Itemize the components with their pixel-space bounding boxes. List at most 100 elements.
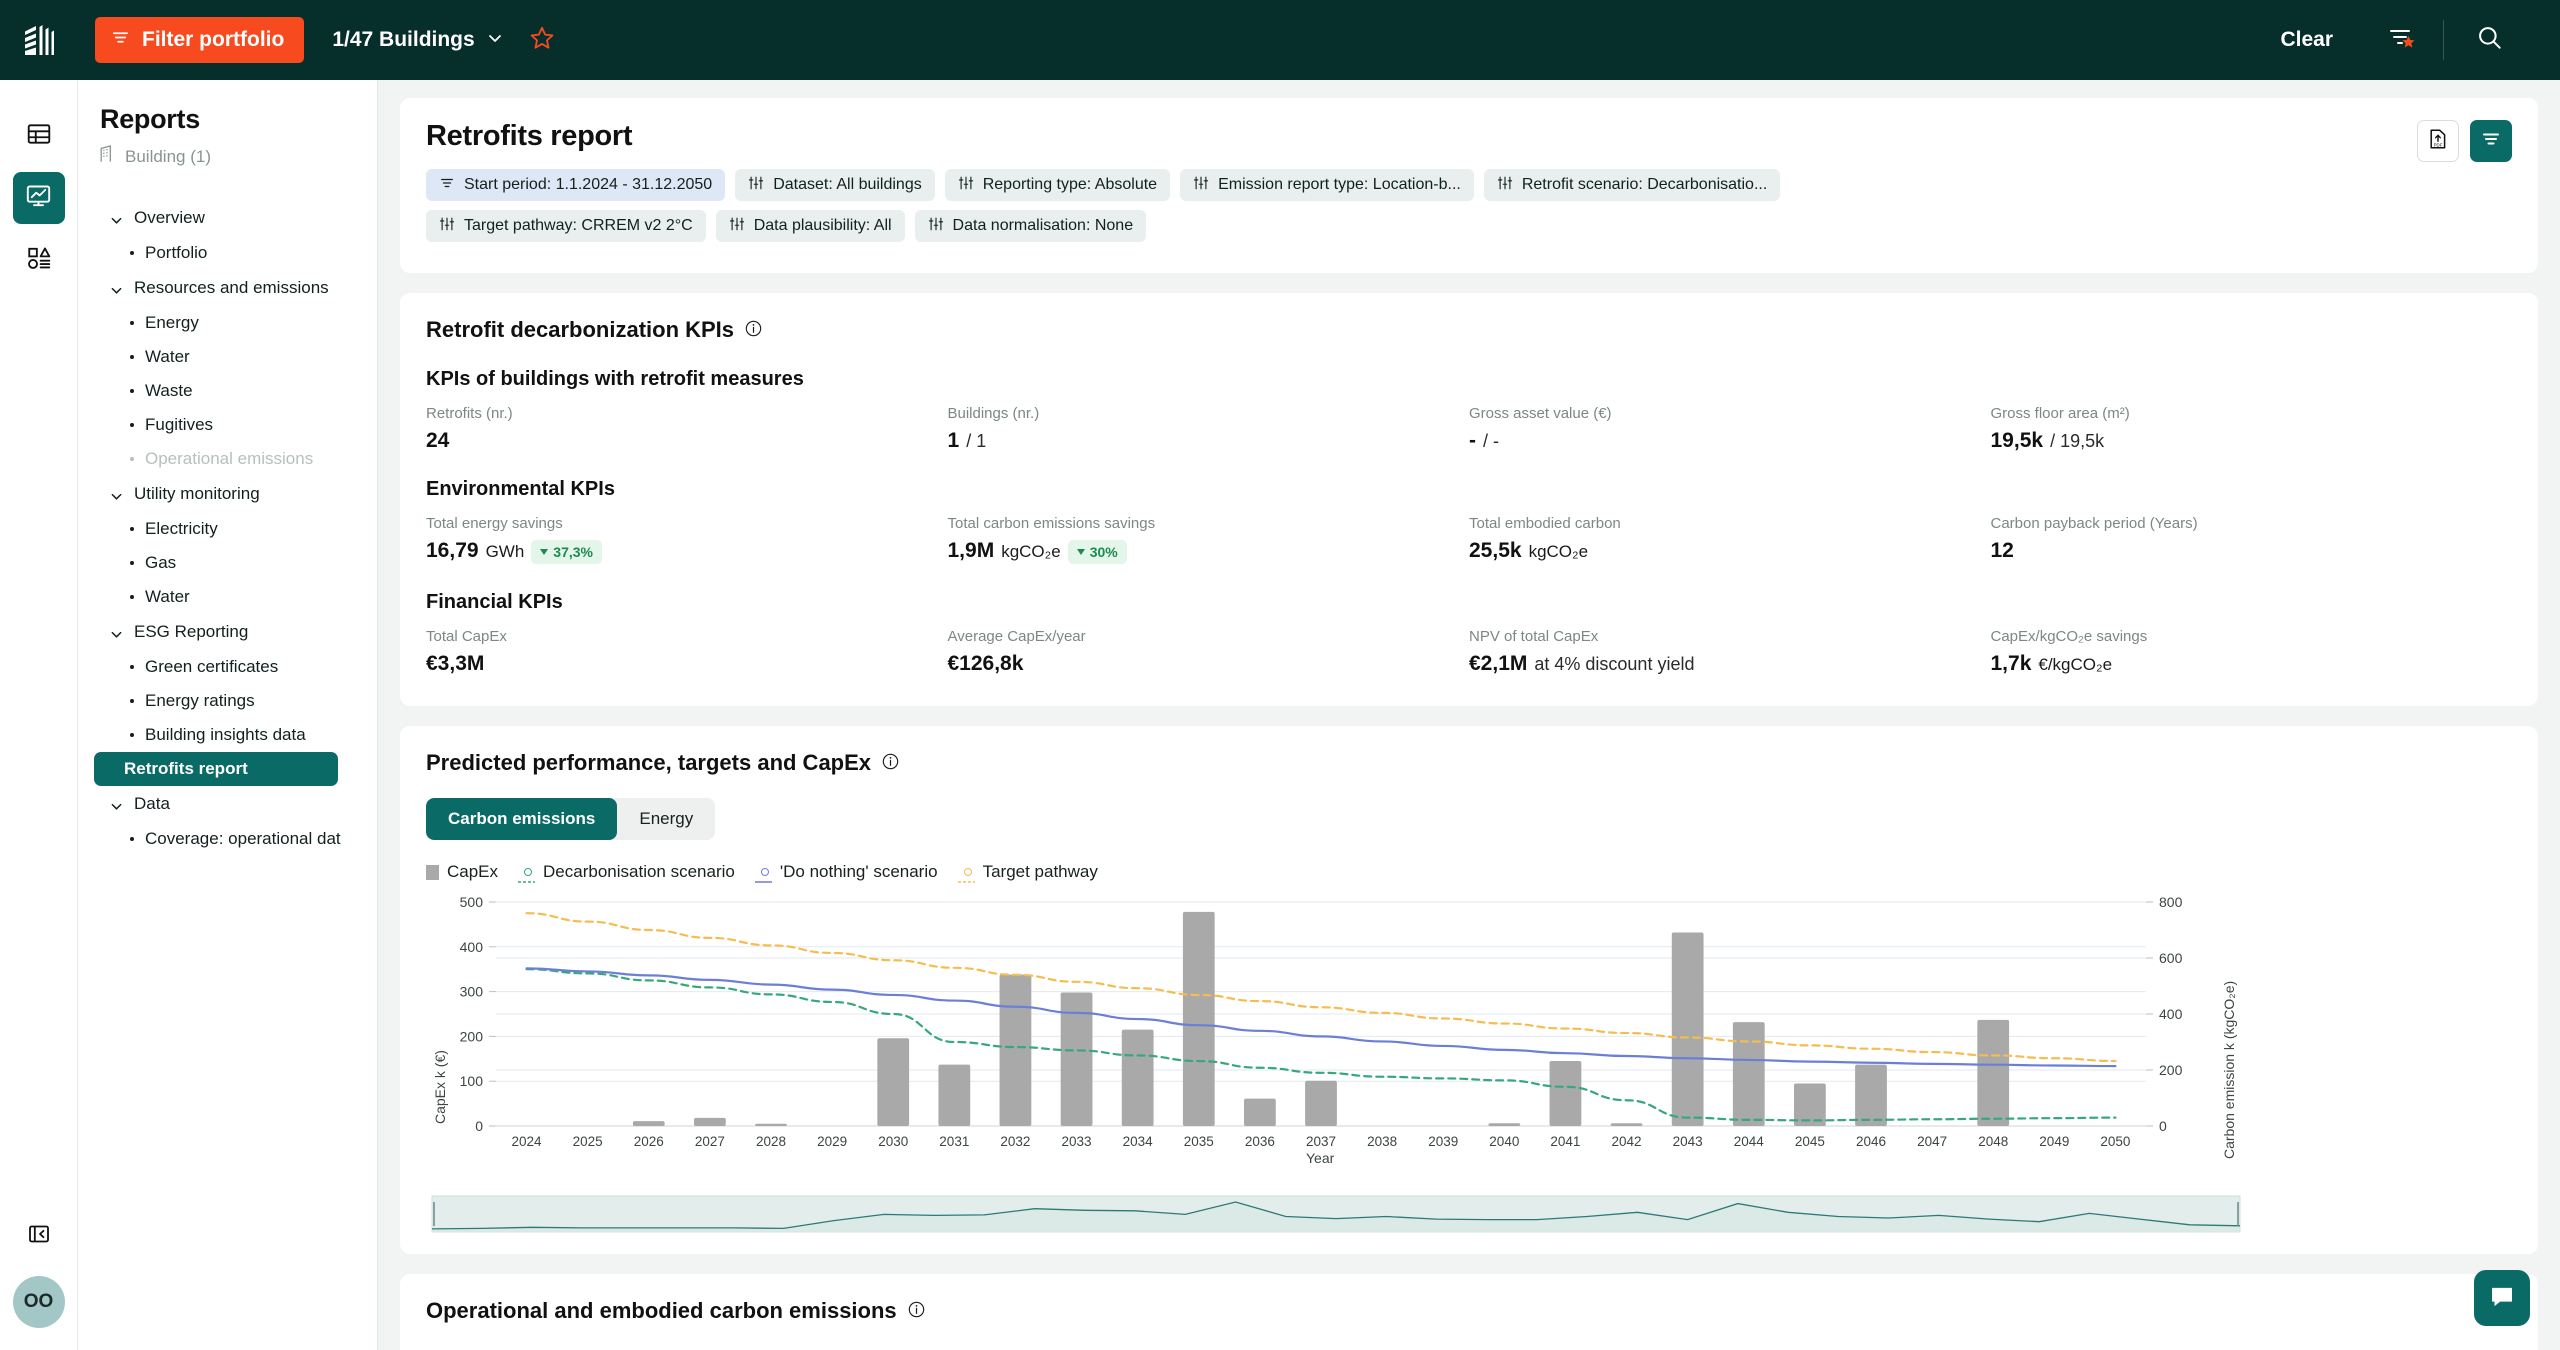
rail-item-shapes[interactable] [13,234,65,286]
bullet-icon [130,251,134,255]
sidebar-item-water[interactable]: Water [100,340,359,374]
chevron-down-icon [110,212,123,225]
collapse-sidebar-button[interactable] [15,1212,63,1260]
kpi-label: Retrofits (nr.) [426,405,513,422]
svg-text:0: 0 [475,1118,483,1134]
chart-metric-tabs: Carbon emissions Energy [426,798,716,840]
building-icon [100,145,116,168]
kpi-value: €126,8k [948,652,1470,676]
sidebar-item-label: Fugitives [145,415,214,434]
filter-chip-label: Target pathway: CRREM v2 2°C [464,217,693,234]
info-icon[interactable] [908,1298,925,1324]
legend-label: 'Do nothing' scenario [779,862,938,881]
filter-chip-2-0[interactable]: Target pathway: CRREM v2 2°C [426,210,706,242]
legend-item-capex[interactable]: CapEx [426,862,498,882]
top-bar: Filter portfolio 1/47 Buildings Clear [0,0,2560,80]
kpi-label: Total energy savings [426,515,563,532]
nav-group-data[interactable]: Data [100,786,359,822]
user-avatar[interactable]: OO [12,1276,65,1328]
legend-item-target-pathway[interactable]: Target pathway [957,862,1098,883]
filter-chip-1-1[interactable]: Dataset: All buildings [735,169,935,201]
nav-group-esg-reporting[interactable]: ESG Reporting [100,614,359,650]
kpi-item: Average CapEx/year €126,8k [948,628,1470,676]
filter-chip-1-0[interactable]: Start period: 1.1.2024 - 31.12.2050 [426,169,726,201]
sidebar-item-coverage-operational-dat[interactable]: Coverage: operational dat [100,822,359,856]
nav-group-utility-monitoring[interactable]: Utility monitoring [100,476,359,512]
kpi-group1: Retrofits (nr.) 24 Buildings (nr.) 1 / 1 Gros… [426,405,2512,453]
filter-chip-2-2[interactable]: Data normalisation: None [914,210,1147,242]
sidebar-item-label: Retrofits report [124,759,248,778]
nav-group-resources-and-emissions[interactable]: Resources and emissions [100,270,359,306]
svg-text:2037: 2037 [1306,1134,1336,1149]
tab-carbon-emissions[interactable]: Carbon emissions [426,798,618,840]
chart-svg[interactable]: 0 100 200 300 400 500 0 200 400 600 800 2024 2025 202… [426,894,2246,1176]
svg-text:0: 0 [2159,1118,2167,1134]
info-icon[interactable] [745,317,762,343]
chart-legend: CapEx Decarbonisation scenario 'Do nothing… [426,862,2512,883]
svg-text:2041: 2041 [1550,1134,1580,1149]
sidebar-item-retrofits-report[interactable]: Retrofits report [94,752,338,786]
buildings-selector[interactable]: 1/47 Buildings [332,28,502,52]
sidebar-item-fugitives[interactable]: Fugitives [100,408,359,442]
clear-button[interactable]: Clear [2252,28,2361,52]
sidebar-item-waste[interactable]: Waste [100,374,359,408]
kpi-delta-label: 30% [1089,544,1118,560]
svg-text:800: 800 [2159,894,2183,910]
kpi-value: 24 [426,429,948,453]
filter-chip-2-1[interactable]: Data plausibility: All [715,210,905,242]
info-icon[interactable] [882,750,899,776]
report-filter-button[interactable] [2470,120,2512,162]
chart-range-slider[interactable] [426,1192,2512,1236]
export-pdf-button[interactable]: PDF [2417,120,2459,162]
filter-chip-label: Data plausibility: All [753,217,892,234]
app-logo[interactable] [0,21,78,59]
legend-item--do-nothing-scenario[interactable]: 'Do nothing' scenario [754,862,938,883]
filter-chip-1-4[interactable]: Retrofit scenario: Decarbonisatio... [1483,169,1781,201]
x-axis-title: Year [1306,1150,1335,1166]
rail-item-table[interactable] [13,110,65,162]
favorite-star-button[interactable] [529,25,555,56]
nav-group-overview[interactable]: Overview [100,200,359,236]
nav-tree: Overview Portfolio Resources and emissions… [94,200,359,856]
svg-text:2029: 2029 [817,1134,847,1149]
saved-filters-button[interactable] [2361,24,2443,57]
sidebar-item-operational-emissions[interactable]: Operational emissions [100,442,359,476]
legend-item-decarbonisation-scenario[interactable]: Decarbonisation scenario [518,862,735,883]
sidebar-item-label: Water [145,347,190,366]
filter-chip-row-2: Target pathway: CRREM v2 2°C Data plausib… [426,210,2512,242]
rail-item-dashboard[interactable] [12,172,65,224]
search-button[interactable] [2444,24,2530,57]
kpi-group2: Total energy savings 16,79 GWh 37,3% Total c… [426,515,2512,566]
sidebar-item-water[interactable]: Water [100,580,359,614]
kpi-item: Total carbon emissions savings 1,9M kgCO₂e… [948,515,1470,566]
nav-group-label: Utility monitoring [134,484,260,503]
svg-text:500: 500 [460,894,484,910]
sidebar-item-building-insights-data[interactable]: Building insights data [100,718,359,752]
sidebar-item-energy-ratings[interactable]: Energy ratings [100,684,359,718]
filter-chip-row-1: Start period: 1.1.2024 - 31.12.2050 Datas… [426,169,2512,201]
kpi-card: Retrofit decarbonization KPIs KPIs of bu… [400,293,2538,706]
filter-chip-label: Retrofit scenario: Decarbonisatio... [1521,176,1768,193]
bottom-section-title-label: Operational and embodied carbon emission… [426,1298,897,1323]
svg-text:2040: 2040 [1489,1134,1519,1149]
sidebar-item-energy[interactable]: Energy [100,306,359,340]
kpi-unit: / 1 [966,431,987,451]
sidebar-item-electricity[interactable]: Electricity [100,512,359,546]
chat-support-button[interactable] [2474,1270,2530,1326]
svg-text:100: 100 [460,1073,484,1089]
tab-energy[interactable]: Energy [617,798,715,840]
sidebar-item-green-certificates[interactable]: Green certificates [100,650,359,684]
legend-swatch [426,864,439,880]
sidebar-item-label: Portfolio [145,243,208,262]
legend-line-marker [957,868,975,883]
sidebar-item-label: Waste [145,381,193,400]
sidebar-item-portfolio[interactable]: Portfolio [100,236,359,270]
nav-group-label: Overview [134,208,205,227]
kpi-label: Total carbon emissions savings [947,515,1156,532]
filter-chip-1-3[interactable]: Emission report type: Location-b... [1180,169,1474,201]
sidebar-item-gas[interactable]: Gas [100,546,359,580]
report-header-actions: PDF [2417,120,2512,162]
kpi-value: €2,1M at 4% discount yield [1469,652,1991,676]
filter-chip-1-2[interactable]: Reporting type: Absolute [944,169,1171,201]
filter-portfolio-button[interactable]: Filter portfolio [95,17,305,63]
